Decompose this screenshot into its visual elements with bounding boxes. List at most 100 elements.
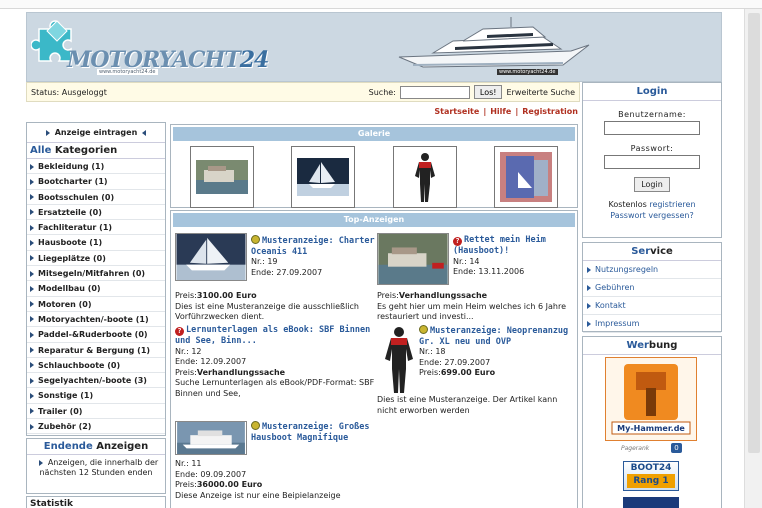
ad-thumbnail-wetsuit[interactable] bbox=[381, 325, 417, 395]
category-item[interactable]: Modellbau (0) bbox=[27, 281, 165, 297]
service-heading: Service bbox=[583, 243, 721, 261]
ad-number: Nr.: 11 bbox=[175, 459, 202, 468]
category-label: Mitsegeln/Mitfahren (0) bbox=[38, 269, 146, 279]
category-label: Reparatur & Bergung (1) bbox=[38, 345, 151, 355]
price-label: Preis: bbox=[175, 367, 197, 377]
gallery-title: Galerie bbox=[173, 127, 575, 141]
service-item-impressum[interactable]: Impressum bbox=[583, 315, 721, 333]
category-label: Liegeplätze (0) bbox=[38, 253, 106, 263]
extended-search-link[interactable]: Erweiterte Suche bbox=[506, 88, 575, 97]
ad-title-link[interactable]: ? Rettet mein Heim (Hausboot)! bbox=[453, 235, 577, 257]
category-label: Bekleidung (1) bbox=[38, 162, 105, 171]
category-item[interactable]: Bootsschulen (0) bbox=[27, 190, 165, 205]
ad-thumbnail-sailboat[interactable] bbox=[175, 233, 247, 281]
search-label: Suche: bbox=[368, 87, 396, 97]
boot24-rank: Rang 1 bbox=[627, 474, 675, 488]
myhammer-banner[interactable]: My-Hammer.de bbox=[605, 357, 697, 441]
gallery-thumbnail[interactable] bbox=[494, 146, 559, 208]
category-label: Schlauchboote (0) bbox=[38, 360, 121, 370]
ending-ads-link[interactable]: Anzeigen, die innerhalb der nächsten 12 … bbox=[27, 455, 165, 481]
username-field[interactable] bbox=[604, 121, 700, 135]
login-heading: Login bbox=[583, 83, 721, 101]
ad-item-details: Dies ist eine Musteranzeige. Der Artikel… bbox=[377, 395, 577, 416]
status-bar: Status: Ausgeloggt Suche: Los! Erweitert… bbox=[26, 82, 580, 102]
register-link[interactable]: registrieren bbox=[649, 200, 695, 209]
ad-title-link[interactable]: Musteranzeige: Großes Hausboot Magnifiqu… bbox=[251, 421, 375, 443]
arrow-right-icon bbox=[30, 408, 34, 415]
ad-title-link[interactable]: Musteranzeige: Neoprenanzug Gr. XL neu u… bbox=[419, 325, 577, 347]
gallery-thumbnail[interactable] bbox=[291, 146, 356, 208]
ending-ads-text: Anzeigen, die innerhalb der nächsten 12 … bbox=[39, 458, 159, 477]
sample-ad-icon bbox=[251, 421, 260, 430]
password-label: Passwort: bbox=[630, 144, 674, 153]
vertical-scrollbar[interactable] bbox=[744, 9, 762, 508]
arrow-right-icon bbox=[30, 423, 34, 430]
wetsuit-photo bbox=[396, 150, 453, 204]
gallery-thumbnail[interactable] bbox=[392, 146, 457, 208]
ad-title: Lernunterlagen als eBook: SBF Binnen und… bbox=[175, 325, 371, 346]
category-item[interactable]: Hausboote (1) bbox=[27, 235, 165, 251]
login-heading-text: Login bbox=[636, 86, 668, 97]
category-item[interactable]: Schlauchboote (0) bbox=[27, 358, 165, 374]
gallery-thumbnail[interactable] bbox=[189, 146, 254, 208]
category-label: Sonstige (1) bbox=[38, 391, 94, 401]
category-item[interactable]: Zubehör (2) bbox=[27, 419, 165, 435]
category-item[interactable]: Sonstige (1) bbox=[27, 388, 165, 404]
search-button[interactable]: Los! bbox=[473, 85, 503, 99]
arrow-right-icon bbox=[30, 178, 34, 185]
ad-title: Musteranzeige: Neoprenanzug Gr. XL neu u… bbox=[419, 326, 569, 347]
category-label: Bootcharter (1) bbox=[38, 177, 108, 187]
nav-separator: | bbox=[515, 107, 519, 116]
nav-startseite[interactable]: Startseite bbox=[434, 107, 479, 116]
scrollbar-thumb[interactable] bbox=[748, 13, 760, 453]
ad-title-link[interactable]: Musteranzeige: Charter Oceanis 411 bbox=[251, 235, 377, 257]
category-item[interactable]: Bootcharter (1) bbox=[27, 174, 165, 190]
boot24-title: BOOT24 bbox=[630, 463, 672, 473]
login-button[interactable]: Login bbox=[634, 177, 670, 192]
category-item[interactable]: Ersatzteile (0) bbox=[27, 205, 165, 221]
category-item[interactable]: Fachliteratur (1) bbox=[27, 220, 165, 236]
category-item[interactable]: Segelyachten/-boote (3) bbox=[27, 373, 165, 389]
category-item[interactable]: Liegeplätze (0) bbox=[27, 251, 165, 267]
arrow-left-icon bbox=[142, 129, 147, 136]
ad-end-date: Ende: 27.09.2007 bbox=[251, 267, 323, 277]
category-item[interactable]: Mitsegeln/Mitfahren (0) bbox=[27, 266, 165, 282]
category-item[interactable]: Bekleidung (1) bbox=[27, 159, 165, 175]
ad-item: ? Rettet mein Heim (Hausboot)! Nr.: 14 En… bbox=[453, 235, 577, 278]
service-item-kontakt[interactable]: Kontakt bbox=[583, 297, 721, 315]
category-label: Motoryachten/-boote (1) bbox=[38, 314, 149, 324]
service-panel: Service Nutzungsregeln Gebühren Kontakt … bbox=[582, 242, 722, 333]
ad-description: Es geht hier um mein Heim welches ich 6 … bbox=[377, 301, 567, 322]
ad-thumbnail-houseboat[interactable] bbox=[377, 233, 449, 285]
top-nav: Startseite | Hilfe | Registration bbox=[26, 104, 580, 120]
forgot-password-link[interactable]: Passwort vergessen? bbox=[583, 210, 721, 221]
username-label: Benutzername: bbox=[618, 110, 686, 119]
boot24-banner[interactable]: BOOT24 Rang 1 bbox=[623, 461, 679, 491]
hammer-logo-icon: My-Hammer.de bbox=[611, 364, 691, 435]
service-item-gebuehren[interactable]: Gebühren bbox=[583, 279, 721, 297]
category-item[interactable]: Motoryachten/-boote (1) bbox=[27, 312, 165, 328]
arrow-right-icon bbox=[30, 316, 34, 323]
password-field[interactable] bbox=[604, 155, 700, 169]
boote-banner[interactable] bbox=[623, 497, 679, 508]
search-input[interactable] bbox=[399, 85, 470, 99]
arrow-right-icon bbox=[30, 270, 34, 277]
post-ad-link[interactable]: Anzeige eintragen bbox=[27, 123, 165, 143]
category-label: Motoren (0) bbox=[38, 299, 92, 309]
category-item[interactable]: Trailer (0) bbox=[27, 404, 165, 420]
nav-registration[interactable]: Registration bbox=[522, 107, 578, 116]
service-item-nutzungsregeln[interactable]: Nutzungsregeln bbox=[583, 261, 721, 279]
book-photo bbox=[500, 152, 553, 202]
category-item[interactable]: Motoren (0) bbox=[27, 297, 165, 312]
sample-ad-icon bbox=[419, 325, 428, 334]
nav-hilfe[interactable]: Hilfe bbox=[490, 107, 511, 116]
ad-price: 699.00 Euro bbox=[440, 368, 496, 377]
category-item[interactable]: Paddel-&Ruderboote (0) bbox=[27, 327, 165, 343]
categories-heading-word: Kategorien bbox=[54, 145, 118, 156]
service-item-label: Kontakt bbox=[595, 301, 626, 310]
ad-thumbnail-big-houseboat[interactable] bbox=[175, 421, 247, 455]
category-label: Fachliteratur (1) bbox=[38, 223, 113, 233]
category-item[interactable]: Reparatur & Bergung (1) bbox=[27, 343, 165, 358]
arrow-right-icon bbox=[30, 362, 34, 369]
ad-title-link[interactable]: ? Lernunterlagen als eBook: SBF Binnen un… bbox=[175, 325, 375, 347]
